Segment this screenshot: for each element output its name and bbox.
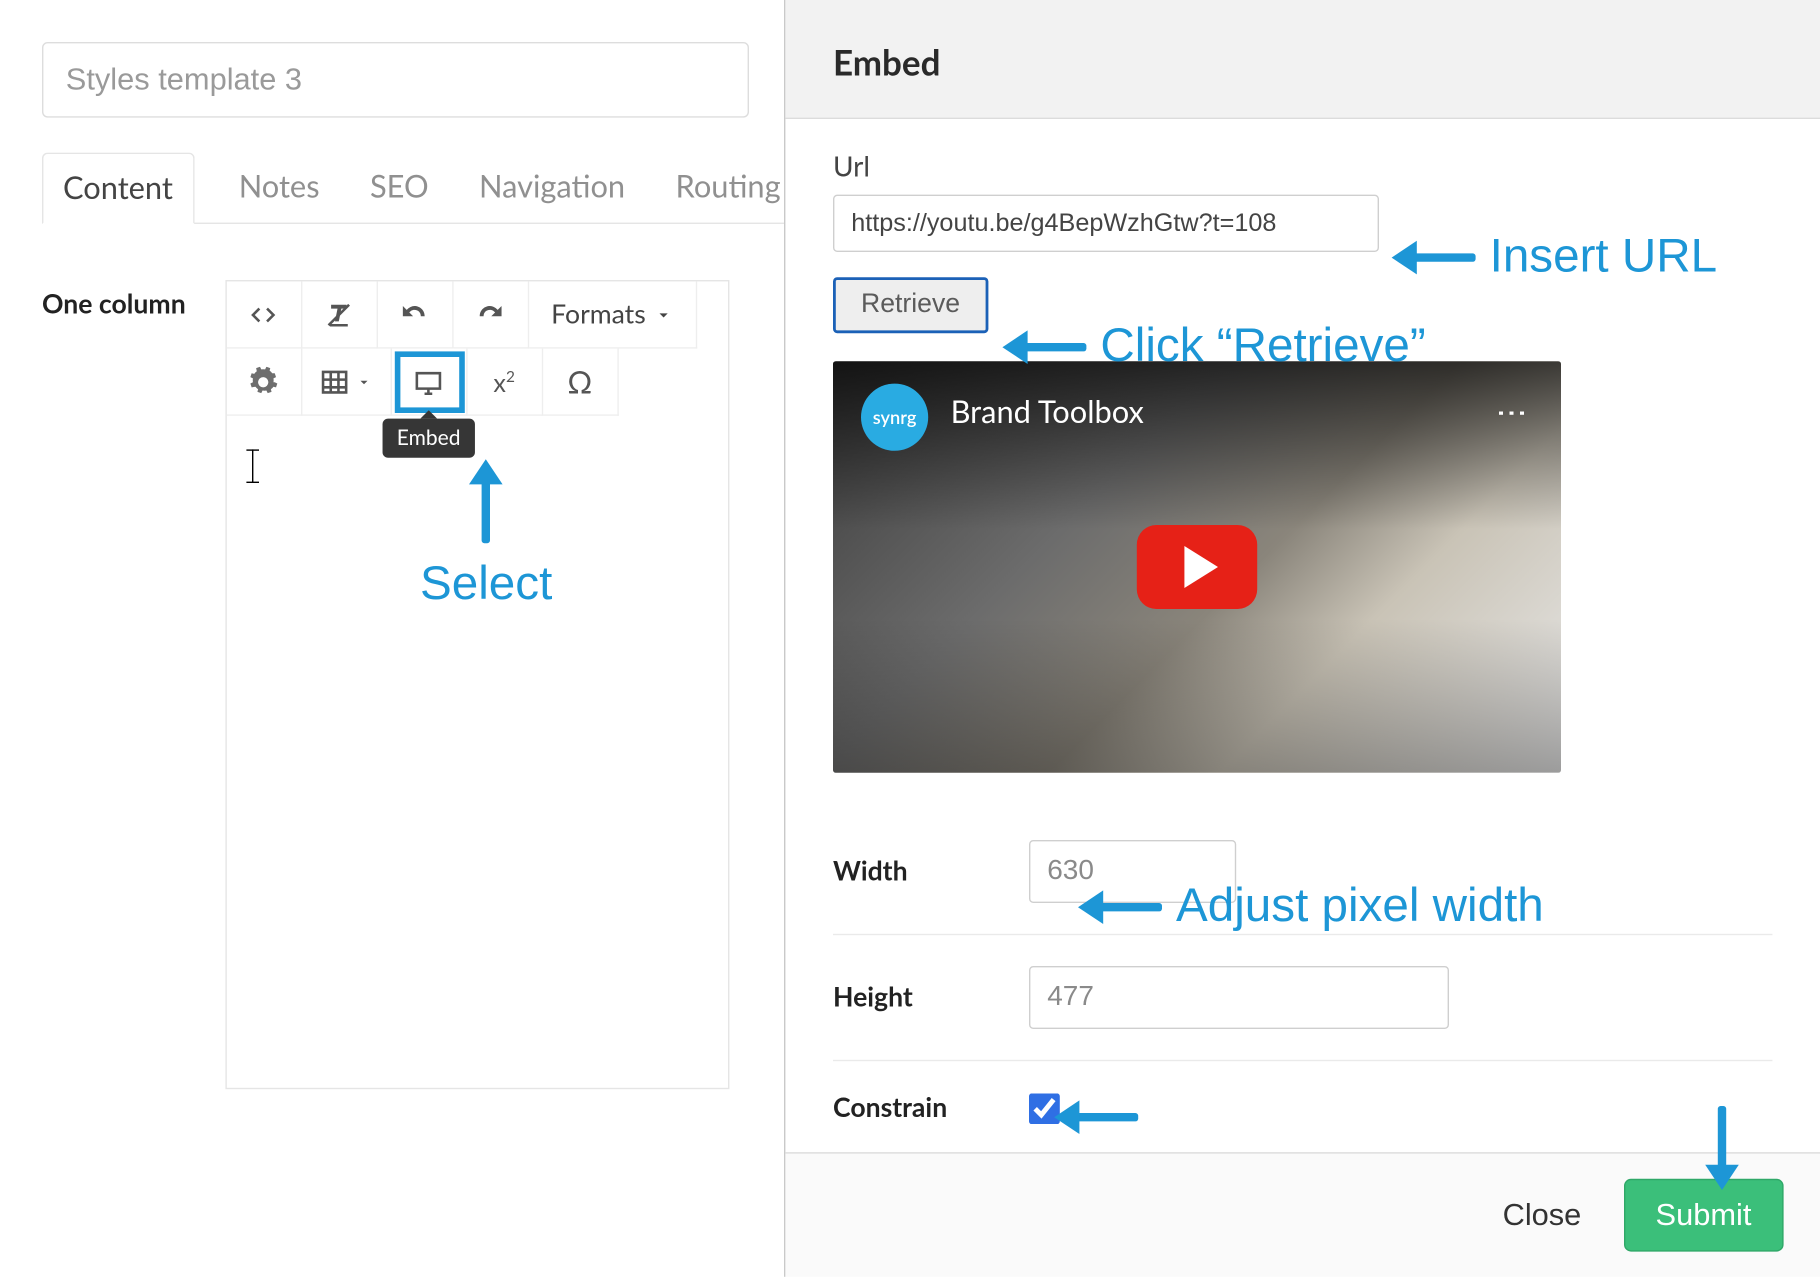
tab-content[interactable]: Content bbox=[42, 153, 194, 224]
page-title-input[interactable] bbox=[42, 42, 749, 118]
modal-title: Embed bbox=[785, 0, 1820, 119]
height-label: Height bbox=[833, 981, 973, 1013]
tab-seo[interactable]: SEO bbox=[364, 153, 434, 223]
kebab-icon[interactable]: ⋮ bbox=[1495, 398, 1533, 432]
embed-modal: Embed Url Retrieve synrg Brand Toolbox ⋮… bbox=[784, 0, 1820, 1277]
monitor-icon bbox=[413, 366, 444, 397]
editor-pane: Content Notes SEO Navigation Routing One… bbox=[0, 0, 784, 1277]
undo-button[interactable] bbox=[377, 281, 453, 348]
toolbar-row-2: Embed x2 Ω bbox=[226, 349, 727, 416]
tab-navigation[interactable]: Navigation bbox=[473, 153, 630, 223]
constrain-label: Constrain bbox=[833, 1092, 973, 1124]
video-preview[interactable]: synrg Brand Toolbox ⋮ bbox=[833, 361, 1561, 773]
modal-footer: Close Submit bbox=[785, 1152, 1820, 1277]
url-input[interactable] bbox=[833, 195, 1379, 252]
tab-routing[interactable]: Routing bbox=[670, 153, 786, 223]
table-dropdown[interactable] bbox=[302, 349, 392, 416]
formats-dropdown[interactable]: Formats bbox=[529, 281, 698, 348]
close-button[interactable]: Close bbox=[1483, 1183, 1601, 1247]
editor-body[interactable] bbox=[226, 416, 727, 1088]
redo-icon bbox=[475, 299, 506, 330]
gear-icon bbox=[248, 366, 279, 397]
embed-button[interactable]: Embed bbox=[391, 349, 467, 416]
constrain-checkbox[interactable] bbox=[1029, 1093, 1060, 1124]
rich-text-editor: Formats Embed bbox=[225, 280, 729, 1089]
width-input[interactable] bbox=[1029, 840, 1236, 903]
url-label: Url bbox=[833, 150, 1772, 184]
preview-gradient bbox=[833, 361, 1561, 529]
omega-icon: Ω bbox=[567, 363, 592, 401]
editor-tabs: Content Notes SEO Navigation Routing bbox=[42, 153, 798, 224]
chevron-down-icon bbox=[356, 373, 373, 390]
code-icon bbox=[248, 299, 279, 330]
clear-formatting-button[interactable] bbox=[302, 281, 378, 348]
play-icon[interactable] bbox=[1137, 525, 1257, 609]
video-title: Brand Toolbox bbox=[951, 392, 1144, 430]
channel-avatar: synrg bbox=[861, 384, 928, 451]
tab-notes[interactable]: Notes bbox=[233, 153, 325, 223]
redo-button[interactable] bbox=[453, 281, 529, 348]
section-label: One column bbox=[42, 280, 186, 1089]
preview-desk-shadow bbox=[833, 619, 1561, 773]
settings-button[interactable] bbox=[226, 349, 302, 416]
table-icon bbox=[319, 366, 350, 397]
submit-button[interactable]: Submit bbox=[1623, 1179, 1783, 1252]
superscript-icon: x2 bbox=[493, 366, 515, 397]
retrieve-button[interactable]: Retrieve bbox=[833, 277, 988, 333]
formats-label: Formats bbox=[551, 298, 646, 330]
special-char-button[interactable]: Ω bbox=[543, 349, 619, 416]
source-code-button[interactable] bbox=[226, 281, 302, 348]
superscript-button[interactable]: x2 bbox=[467, 349, 543, 416]
width-label: Width bbox=[833, 855, 973, 887]
undo-icon bbox=[399, 299, 430, 330]
text-cursor-icon bbox=[251, 449, 252, 483]
clear-format-icon bbox=[324, 299, 355, 330]
chevron-down-icon bbox=[654, 305, 674, 325]
height-input[interactable] bbox=[1029, 966, 1449, 1029]
toolbar-row-1: Formats bbox=[226, 281, 727, 348]
